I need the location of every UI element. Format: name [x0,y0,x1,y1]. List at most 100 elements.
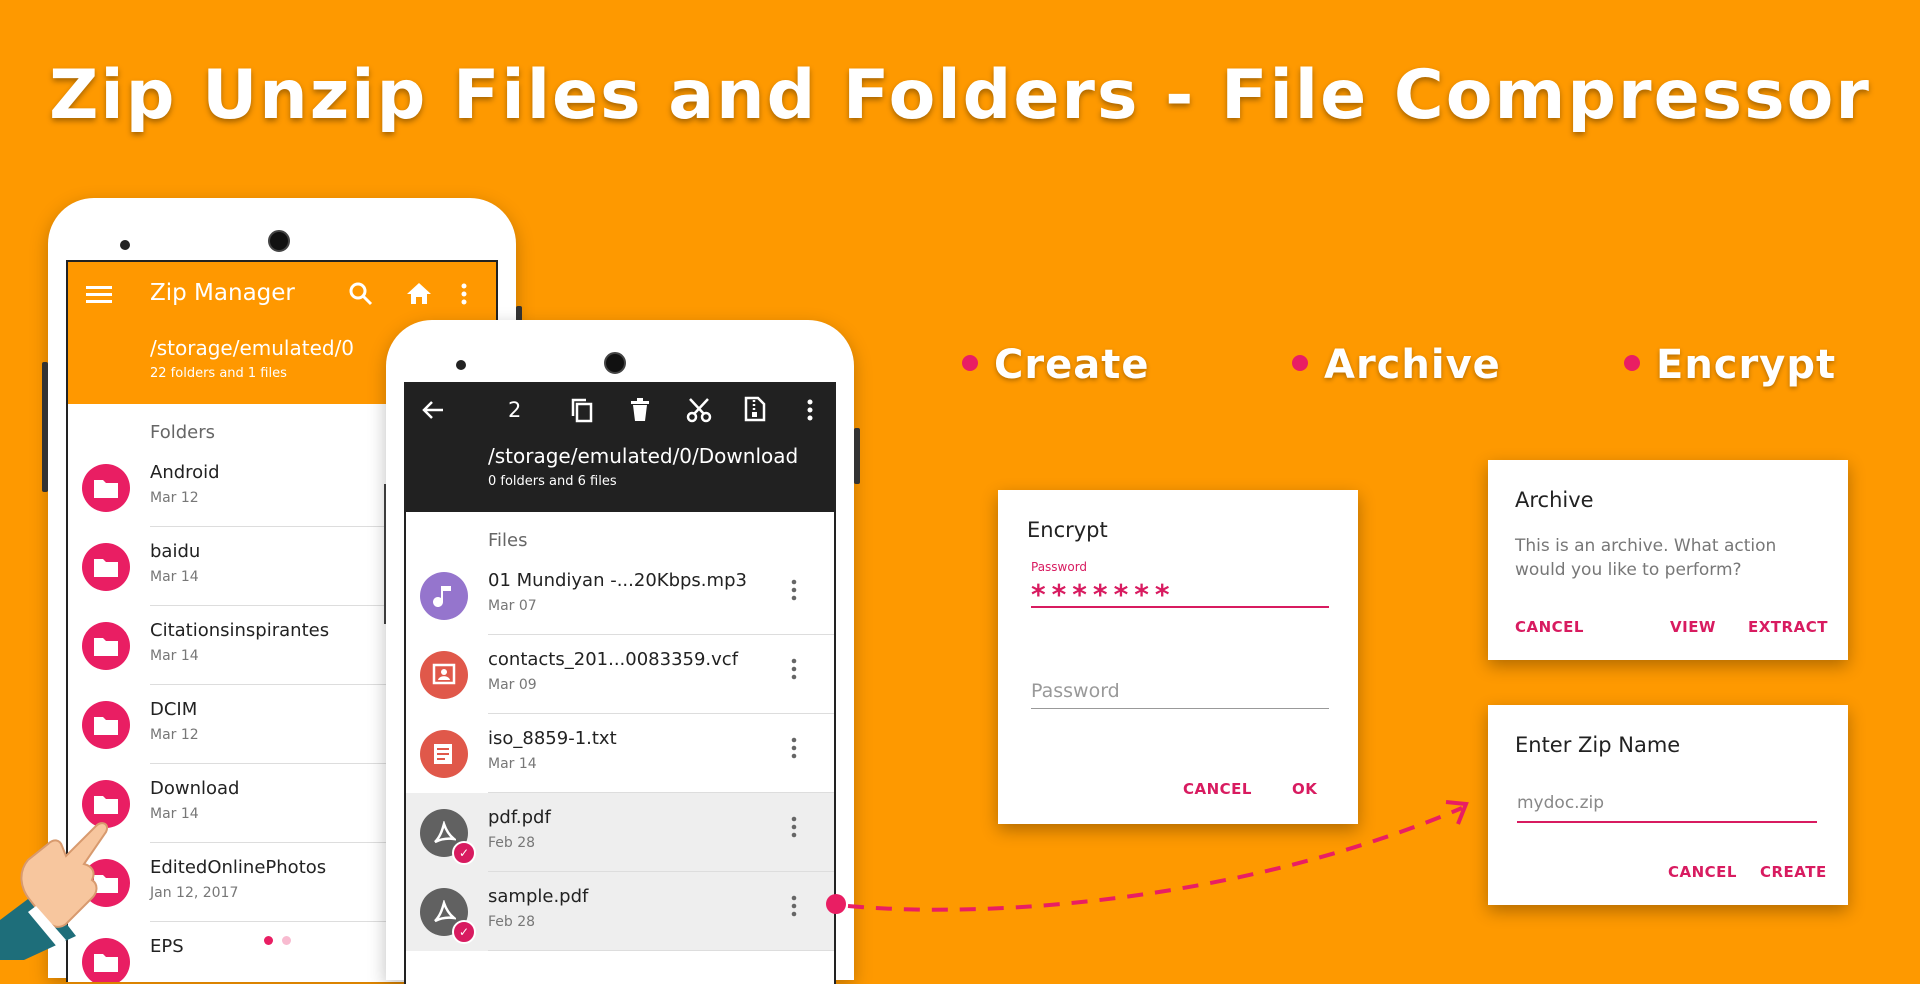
side-button-right [854,428,860,484]
item-name: EPS [150,936,184,957]
confirm-underline [1031,708,1329,709]
folder-icon [82,622,130,670]
dialog-title: Enter Zip Name [1515,733,1681,757]
bullet-dot [1292,355,1308,371]
view-button[interactable]: VIEW [1670,618,1716,636]
phone-sensor [120,240,130,250]
item-date: Feb 28 [488,835,536,851]
path-header: /storage/emulated/0/Download 0 folders a… [406,436,834,512]
text-file-icon [420,730,468,778]
feature-label: Archive [1324,342,1501,388]
copy-icon[interactable] [570,397,594,423]
row-divider [488,950,834,951]
overflow-menu-icon[interactable] [790,894,798,918]
list-item[interactable]: ✓ pdf.pdf Feb 28 [406,793,834,872]
screen-files: 2 /storage/emulated/0/Download 0 folders… [404,382,836,984]
item-date: Feb 28 [488,914,536,930]
overflow-menu-icon[interactable] [806,398,814,422]
item-name: sample.pdf [488,886,589,907]
contact-card-icon [420,651,468,699]
bullet-dot [1624,355,1640,371]
section-header-files: Files [488,530,528,551]
current-path: /storage/emulated/0 [150,336,355,360]
check-icon: ✓ [452,841,476,865]
password-field[interactable]: Password ******* [1031,560,1329,611]
confirm-password-field[interactable]: Password [1031,676,1329,716]
feature-archive: Archive [1292,342,1501,388]
item-date: Mar 12 [150,727,199,743]
enter-zip-name-dialog: Enter Zip Name mydoc.zip CANCEL CREATE [1488,705,1848,905]
overflow-menu-icon[interactable] [790,815,798,839]
password-label: Password [1031,560,1088,574]
item-count: 0 folders and 6 files [488,474,617,489]
phone-camera [604,352,626,374]
list-item[interactable]: contacts_201...0083359.vcf Mar 09 [406,635,834,714]
item-name: EditedOnlinePhotos [150,857,327,878]
item-name: baidu [150,541,201,562]
item-date: Mar 09 [488,677,537,693]
overflow-menu-icon[interactable] [790,657,798,681]
overflow-menu-icon[interactable] [790,578,798,602]
overflow-menu-icon[interactable] [790,736,798,760]
page-dot-active [264,936,273,945]
list-item[interactable]: ✓ sample.pdf Feb 28 [406,872,834,951]
folder-icon [82,464,130,512]
zip-name-input[interactable]: mydoc.zip [1517,793,1817,829]
item-name: iso_8859-1.txt [488,728,617,749]
dialog-title: Encrypt [1027,518,1108,542]
archive-dialog: Archive This is an archive. What action … [1488,460,1848,660]
zip-name-underline [1517,821,1817,823]
dashed-arrow-connector [826,796,1480,920]
selected-count: 2 [508,398,522,422]
folder-icon [82,701,130,749]
cancel-button[interactable]: CANCEL [1668,863,1737,881]
current-path: /storage/emulated/0/Download [488,444,799,468]
dialog-title: Archive [1515,488,1594,512]
item-date: Mar 14 [150,569,199,585]
phone-camera [268,230,290,252]
feature-label: Encrypt [1656,342,1837,388]
cancel-button[interactable]: CANCEL [1515,618,1584,636]
feature-label: Create [994,342,1150,388]
bullet-dot [962,355,978,371]
list-item[interactable]: 01 Mundiyan -...20Kbps.mp3 Mar 07 [406,556,834,635]
item-name: pdf.pdf [488,807,551,828]
item-count: 22 folders and 1 files [150,366,287,381]
check-icon: ✓ [452,920,476,944]
item-date: Mar 07 [488,598,537,614]
side-button [42,362,48,492]
item-date: Mar 14 [488,756,537,772]
back-arrow-icon[interactable] [422,400,444,420]
app-toolbar: Zip Manager [68,262,496,328]
item-date: Jan 12, 2017 [150,885,239,901]
item-name: Citationsinspirantes [150,620,330,641]
item-date: Mar 12 [150,490,199,506]
headline: Zip Unzip Files and Folders - File Compr… [49,56,1871,135]
section-header-folders: Folders [150,422,216,443]
password-underline [1031,606,1329,608]
list-item[interactable]: iso_8859-1.txt Mar 14 [406,714,834,793]
pointing-hand-icon [0,798,120,960]
item-name: 01 Mundiyan -...20Kbps.mp3 [488,570,747,591]
zip-archive-icon[interactable] [744,396,766,422]
music-icon [420,572,468,620]
search-icon[interactable] [348,281,374,307]
phone-sensor [456,360,466,370]
confirm-password-placeholder: Password [1031,680,1120,702]
zip-name-value: mydoc.zip [1517,793,1605,813]
extract-button[interactable]: EXTRACT [1748,618,1828,636]
feature-create: Create [962,342,1149,388]
cut-icon[interactable] [686,397,712,423]
phone-download-files: 2 /storage/emulated/0/Download 0 folders… [386,320,860,984]
selection-toolbar: 2 [406,384,834,436]
menu-icon[interactable] [86,284,112,306]
item-name: Download [150,778,240,799]
item-name: Android [150,462,220,483]
delete-icon[interactable] [630,398,650,422]
feature-encrypt: Encrypt [1624,342,1836,388]
encrypt-dialog: Encrypt Password ******* Password CANCEL… [998,490,1358,824]
create-button[interactable]: CREATE [1760,863,1827,881]
overflow-menu-icon[interactable] [460,282,468,306]
item-name: DCIM [150,699,198,720]
home-icon[interactable] [406,281,432,305]
